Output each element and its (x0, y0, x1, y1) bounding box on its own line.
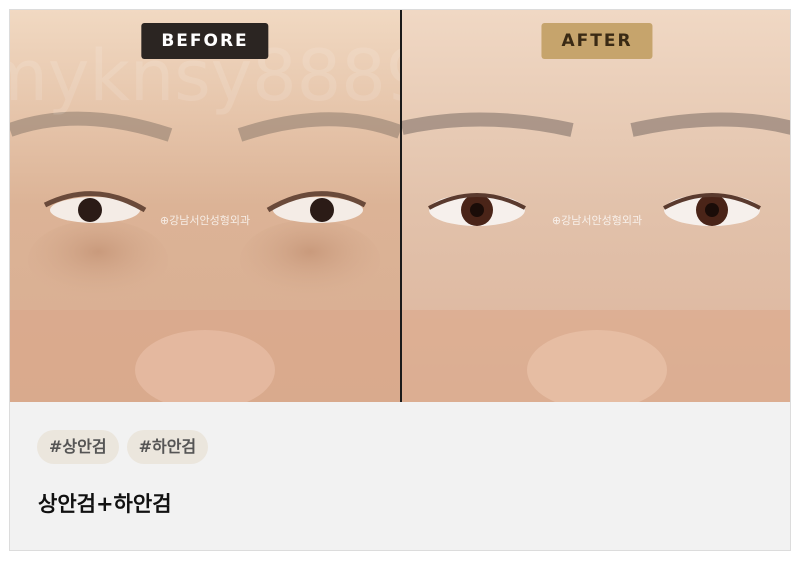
before-photo: myknsy8889 BEFORE ⊕강남서안성형외과 (10, 10, 400, 402)
clinic-watermark: ⊕강남서안성형외과 (551, 214, 643, 227)
case-title[interactable]: 상안검+하안검 (38, 488, 172, 518)
before-after-photos: myknsy8889 BEFORE ⊕강남서안성형외과 (10, 10, 790, 402)
clinic-watermark: ⊕강남서안성형외과 (159, 214, 251, 227)
case-card[interactable]: myknsy8889 BEFORE ⊕강남서안성형외과 (9, 9, 791, 551)
after-photo: AFTER ⊕강남서안성형외과 (402, 10, 790, 402)
tag-list: #상안검 #하안검 (37, 430, 209, 464)
after-badge: AFTER (541, 23, 653, 59)
case-info: #상안검 #하안검 상안검+하안검 (10, 402, 790, 550)
tag-upper-eyelid[interactable]: #상안검 (37, 430, 119, 464)
before-badge: BEFORE (141, 23, 269, 59)
tag-lower-eyelid[interactable]: #하안검 (126, 430, 209, 464)
